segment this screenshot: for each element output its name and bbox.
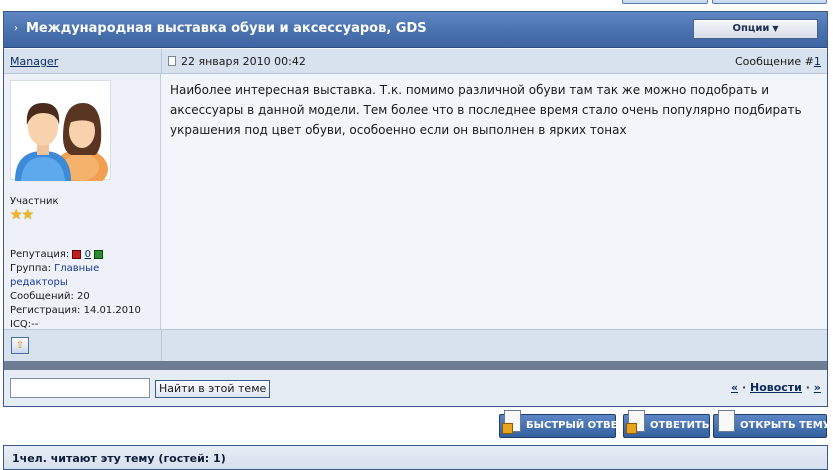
posts-count: Сообщений: 20 bbox=[10, 291, 90, 302]
users-avatar-icon bbox=[15, 103, 108, 189]
topic-title: Международная выставка обуви и аксессуар… bbox=[26, 21, 427, 36]
post-body: Участник ★★ Репутация: 0 Группа: Главные… bbox=[4, 74, 827, 330]
author-link[interactable]: Manager bbox=[10, 55, 58, 68]
separator-bar bbox=[4, 361, 827, 370]
topic-table: › Международная выставка обуви и аксессу… bbox=[3, 11, 828, 407]
rating-stars-icon: ★★ bbox=[10, 207, 34, 223]
topic-search-button[interactable]: Найти в этой теме bbox=[155, 380, 271, 398]
reputation-minus-icon[interactable] bbox=[72, 249, 82, 259]
top-button-partial-2[interactable] bbox=[712, 0, 827, 4]
post-number-label: Сообщение # bbox=[735, 55, 814, 68]
group-row-continued: редакторы bbox=[10, 276, 68, 290]
new-topic-label: Открыть тему bbox=[740, 420, 831, 431]
new-topic-icon bbox=[718, 410, 735, 432]
nav-separator: · bbox=[805, 381, 810, 394]
post-document-icon bbox=[168, 56, 176, 66]
next-topic-link[interactable]: » bbox=[814, 381, 821, 394]
topic-readers-bar: 1чел. читают эту тему (гостей: 1) bbox=[3, 445, 828, 470]
reply-label: Ответить bbox=[650, 420, 710, 431]
options-button[interactable]: Опции ▼ bbox=[693, 19, 818, 39]
quick-reply-button[interactable]: Быстрый ответ bbox=[499, 410, 624, 438]
nav-separator: · bbox=[741, 381, 747, 394]
quick-reply-icon bbox=[502, 410, 521, 434]
reputation-row: Репутация: 0 bbox=[10, 248, 104, 262]
reputation-plus-icon[interactable] bbox=[94, 249, 104, 259]
column-divider bbox=[161, 49, 162, 74]
column-divider bbox=[161, 330, 162, 362]
scroll-to-top-button[interactable]: ⇧ bbox=[11, 337, 29, 354]
prev-topic-link[interactable]: « bbox=[731, 381, 738, 394]
post-footer: ⇧ bbox=[4, 329, 827, 362]
topic-title-bar: › Международная выставка обуви и аксессу… bbox=[4, 12, 827, 48]
group-row: Группа: Главные bbox=[10, 262, 99, 276]
group-link[interactable]: Главные bbox=[54, 263, 99, 274]
title-arrow-icon: › bbox=[14, 23, 18, 34]
topic-navigation: « · Новости · » bbox=[731, 381, 821, 394]
group-label: Группа: bbox=[10, 263, 51, 274]
quick-reply-label: Быстрый ответ bbox=[526, 420, 625, 431]
post-date: 22 января 2010 00:42 bbox=[181, 55, 306, 68]
forum-news-link[interactable]: Новости bbox=[750, 381, 802, 394]
post-number: Сообщение #1 bbox=[735, 55, 821, 68]
reputation-label: Репутация: bbox=[10, 249, 70, 260]
arrow-up-icon: ⇧ bbox=[15, 340, 25, 351]
readers-count: 1чел. читают эту тему (гостей: 1) bbox=[12, 452, 226, 465]
reply-button[interactable]: Ответить bbox=[623, 410, 710, 438]
reputation-value[interactable]: 0 bbox=[85, 249, 91, 260]
post-message: Наиболее интересная выставка. Т.к. помим… bbox=[170, 83, 802, 137]
avatar[interactable] bbox=[10, 80, 111, 189]
author-profile-column: Участник ★★ Репутация: 0 Группа: Главные… bbox=[4, 74, 161, 330]
user-title: Участник bbox=[10, 196, 59, 207]
topic-search-input[interactable] bbox=[10, 378, 150, 398]
chevron-down-icon: ▼ bbox=[772, 24, 779, 33]
top-button-partial-1[interactable] bbox=[622, 0, 708, 4]
group-link-continued[interactable]: редакторы bbox=[10, 277, 68, 288]
options-label: Опции bbox=[732, 23, 770, 34]
registration-date: Регистрация: 14.01.2010 bbox=[10, 305, 141, 316]
new-topic-button[interactable]: Открыть тему bbox=[713, 410, 831, 438]
search-row: Найти в этой теме « · Новости · » bbox=[4, 370, 827, 406]
post-number-link[interactable]: 1 bbox=[814, 55, 821, 68]
reply-icon bbox=[626, 410, 645, 434]
post-header: Manager 22 января 2010 00:42 Сообщение #… bbox=[4, 49, 827, 74]
